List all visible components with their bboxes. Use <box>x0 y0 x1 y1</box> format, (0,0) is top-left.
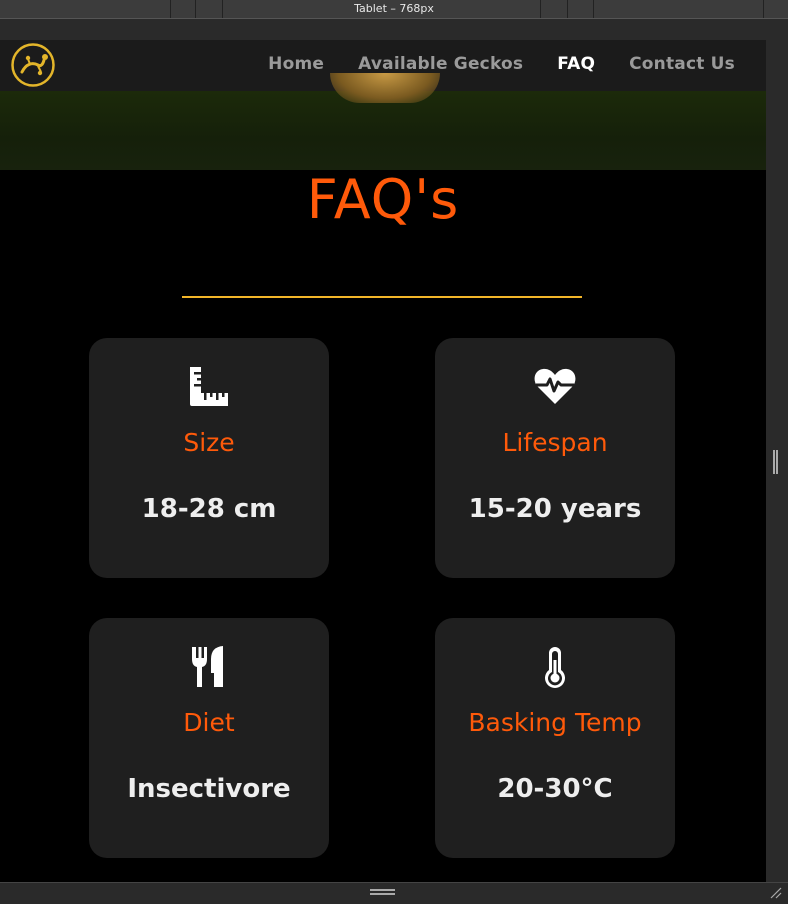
hero-gecko-shape <box>330 73 440 103</box>
device-toolbar: Tablet – 768px <box>0 0 788 19</box>
nav-faq-link[interactable]: FAQ <box>557 54 595 74</box>
utensils-icon <box>192 646 223 687</box>
heartbeat-icon <box>534 368 576 404</box>
main-nav: Home Available Geckos FAQ Contact Us <box>268 54 735 74</box>
thermometer-icon <box>545 647 565 688</box>
card-label: Diet <box>183 708 235 737</box>
faq-card-size: Size 18-28 cm <box>89 338 329 578</box>
nav-contact-link[interactable]: Contact Us <box>629 54 735 74</box>
faq-card-diet: Diet Insectivore <box>89 618 329 858</box>
faq-card-lifespan: Lifespan 15-20 years <box>435 338 675 578</box>
nav-available-geckos-link[interactable]: Available Geckos <box>358 54 523 74</box>
corner-resize-icon[interactable] <box>770 887 782 899</box>
card-value: 15-20 years <box>468 494 642 524</box>
faq-card-basking-temp: Basking Temp 20-30°C <box>435 618 675 858</box>
card-label: Lifespan <box>502 428 608 457</box>
gecko-logo-icon[interactable] <box>10 42 56 88</box>
device-spacer <box>0 19 788 40</box>
card-label: Basking Temp <box>468 708 642 737</box>
device-size-label: Tablet – 768px <box>354 2 434 15</box>
page-viewport: Home Available Geckos FAQ Contact Us FAQ… <box>0 40 766 882</box>
width-resize-handle[interactable] <box>773 450 778 474</box>
hero-image <box>0 73 766 170</box>
ruler-icon <box>190 367 228 406</box>
height-resize-handle[interactable] <box>370 889 395 895</box>
card-value: 20-30°C <box>497 774 613 804</box>
nav-home-link[interactable]: Home <box>268 54 324 74</box>
card-label: Size <box>183 428 235 457</box>
heading-divider <box>182 296 582 298</box>
card-value: Insectivore <box>127 774 291 804</box>
faq-heading: FAQ's <box>306 168 460 231</box>
card-value: 18-28 cm <box>141 494 277 524</box>
